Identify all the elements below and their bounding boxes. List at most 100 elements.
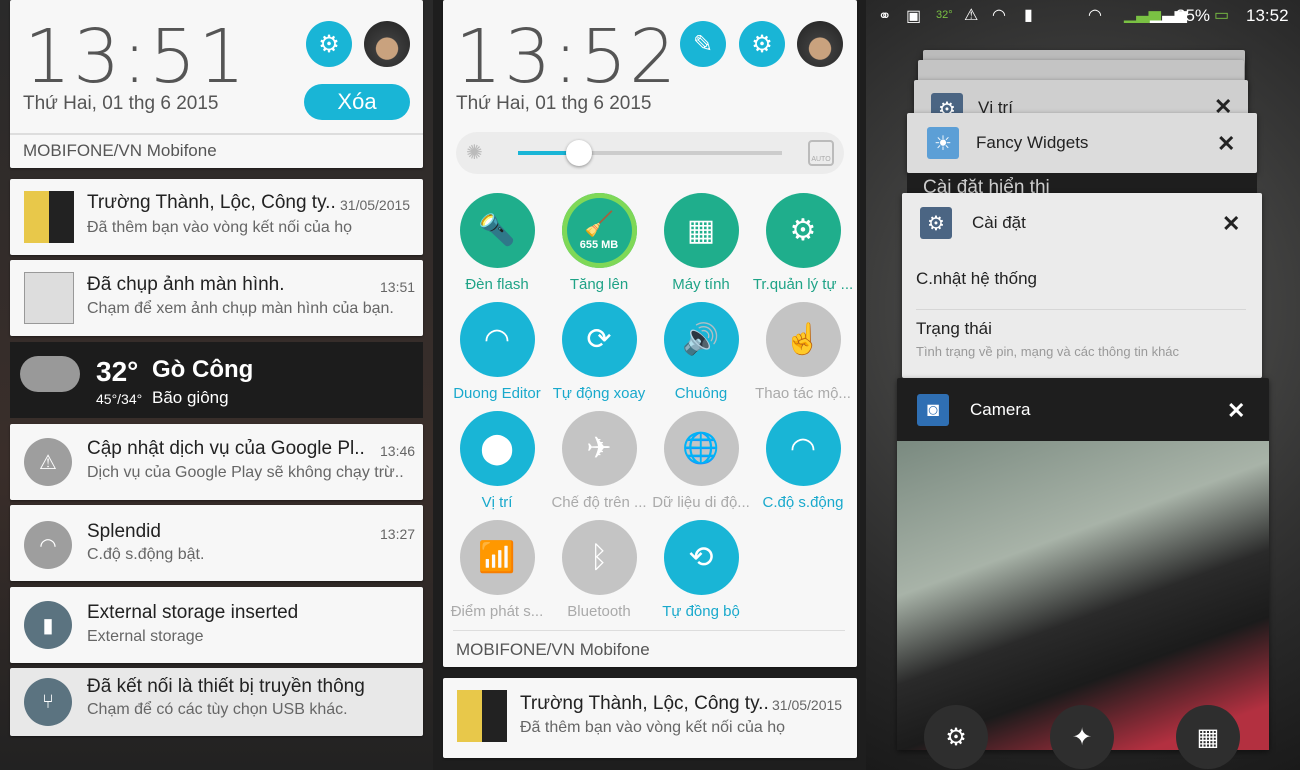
recents-settings-button[interactable]: ⚙	[924, 705, 988, 769]
warning-icon: ⚠	[964, 7, 979, 24]
gear-icon: ⚙	[318, 30, 340, 58]
auto-brightness-toggle[interactable]: AUTO	[808, 140, 834, 166]
notification-item[interactable]: ⑂ Đã kết nối là thiết bị truyền thông Ch…	[10, 668, 423, 736]
notification-text: Đã thêm bạn vào vòng kết nối của họ	[87, 219, 353, 236]
quick-tile[interactable]: 🧹 655 MB Tăng lên	[548, 193, 650, 293]
quick-tile[interactable]: ✈ Chế độ trên ...	[548, 411, 650, 511]
quick-tile[interactable]: ⬤ Vị trí	[446, 411, 548, 511]
splendid-icon: ◠	[992, 7, 1006, 24]
quick-tile[interactable]: 📶 Điểm phát s...	[446, 520, 548, 620]
clock: 13:51	[24, 14, 248, 100]
sd-card-icon: ▮	[1024, 7, 1033, 24]
notification-item[interactable]: Trường Thành, Lộc, Công ty.. 31/05/2015 …	[443, 678, 857, 758]
clear-button[interactable]: Xóa	[304, 84, 410, 120]
recent-app-card[interactable]: ◙ Camera ✕	[897, 378, 1269, 750]
avatar[interactable]	[797, 21, 843, 67]
settings-app-icon: ⚙	[920, 207, 952, 239]
google-plus-icon	[24, 191, 74, 243]
splendid-icon: ◠	[24, 521, 72, 569]
avatar[interactable]	[364, 21, 410, 67]
usb-icon: ⑂	[24, 678, 72, 726]
settings-button[interactable]: ⚙	[739, 21, 785, 67]
quick-tile[interactable]: ☝ Thao tác mộ...	[752, 302, 854, 402]
mobile-data-icon: 🌐	[663, 411, 739, 486]
clock: 13:52	[455, 14, 679, 100]
weather-condition: Bão giông	[152, 388, 229, 407]
one-hand-icon: ☝	[765, 302, 841, 377]
boost-button[interactable]: ✦	[1050, 705, 1114, 769]
close-icon[interactable]: ✕	[1222, 211, 1240, 237]
quick-tile-label: Máy tính	[672, 276, 730, 293]
flashlight-icon: 🔦	[459, 193, 535, 268]
quick-tile[interactable]: ◠ C.độ s.động	[752, 411, 854, 511]
camera-app-icon: ◙	[917, 394, 949, 426]
quick-tile-label: C.độ s.động	[762, 494, 844, 511]
notification-title: Splendid	[87, 521, 161, 542]
notification-title: Đã kết nối là thiết bị truyền thông	[87, 676, 365, 697]
weather-range: 45°/34°	[96, 391, 143, 407]
calculator-icon: ▦	[663, 193, 739, 268]
close-icon[interactable]: ✕	[1217, 131, 1235, 157]
notification-shade-panel: 13:51 Thứ Hai, 01 thg 6 2015 ⚙ Xóa MOBIF…	[0, 0, 433, 770]
recent-apps-panel: ⚭ ▣ 32° ⚠ ◠ ▮ ◠ ▁▃▅ ▁▃▅ 35% ▭ 13:52 ⚙ Vị…	[866, 0, 1300, 770]
notification-item[interactable]: ▮ External storage inserted External sto…	[10, 587, 423, 663]
sound-icon: 🔊	[663, 302, 739, 377]
splendid-icon: ◠	[765, 411, 841, 486]
quick-settings-panel: 13:52 Thứ Hai, 01 thg 6 2015 ✎ ⚙ ✺ AUTO …	[433, 0, 866, 770]
notification-item[interactable]: Đã chụp ảnh màn hình. 13:51 Chạm để xem …	[10, 260, 423, 336]
quick-tile-label: Thao tác mộ...	[755, 385, 851, 402]
settings-item: Trạng thái	[916, 319, 992, 338]
notification-item[interactable]: ◠ Splendid 13:27 C.độ s.động bật.	[10, 505, 423, 581]
date: Thứ Hai, 01 thg 6 2015	[23, 93, 219, 114]
recent-app-card[interactable]: ☀ Fancy Widgets ✕	[907, 113, 1257, 173]
notification-time: 13:27	[380, 526, 416, 542]
notification-time: 31/05/2015	[340, 197, 411, 213]
recent-app-card[interactable]: ⚙ Cài đặt ✕ C.nhật hệ thống Trạng thái T…	[902, 193, 1262, 378]
screenshot-icon	[24, 272, 74, 324]
auto-rotate-icon: ⟳	[561, 302, 637, 377]
date: Thứ Hai, 01 thg 6 2015	[456, 93, 652, 114]
quick-tile[interactable]: ⟲ Tự đồng bộ	[650, 520, 752, 620]
quick-tile[interactable]: 🌐 Dữ liệu di độ...	[650, 411, 752, 511]
quick-tile-label: Đèn flash	[465, 276, 529, 293]
carrier-label: MOBIFONE/VN Mobifone	[23, 141, 217, 160]
quick-tile[interactable]: ⚙ Tr.quản lý tự ...	[752, 193, 854, 293]
wifi-icon: ◠	[1088, 7, 1102, 24]
notification-time: 13:51	[380, 279, 416, 295]
recent-app-title: Camera	[970, 400, 1031, 419]
quick-tile[interactable]: 🔊 Chuông	[650, 302, 752, 402]
quick-tile[interactable]: ᛒ Bluetooth	[548, 520, 650, 620]
carrier-label: MOBIFONE/VN Mobifone	[456, 640, 650, 659]
notification-title: Đã chụp ảnh màn hình.	[87, 274, 285, 295]
quick-tile[interactable]: ▦ Máy tính	[650, 193, 752, 293]
quick-tile-label: Vị trí	[481, 494, 513, 511]
gear-icon: ⚙	[751, 30, 773, 58]
close-icon[interactable]: ✕	[1227, 398, 1245, 424]
weather-widget[interactable]: 32° Gò Công 45°/34° Bão giông	[10, 342, 423, 418]
boost-icon: 🧹 655 MB	[561, 193, 637, 268]
settings-item-subtitle: Tình trạng về pin, mạng và các thông tin…	[916, 344, 1180, 359]
quick-tile-label: Dữ liệu di độ...	[652, 494, 750, 511]
notification-title: External storage inserted	[87, 602, 299, 623]
brightness-slider[interactable]	[518, 140, 782, 166]
close-all-icon: ▦	[1196, 723, 1220, 751]
settings-list-icon: ⚙	[945, 723, 967, 751]
notification-item[interactable]: Trường Thành, Lộc, Công ty.. 31/05/2015 …	[10, 179, 423, 255]
notification-item[interactable]: ⚠ Cập nhật dịch vụ của Google Pl.. 13:46…	[10, 424, 423, 500]
settings-button[interactable]: ⚙	[306, 21, 352, 67]
boost-memory-value: 655 MB	[579, 239, 619, 251]
edit-button[interactable]: ✎	[680, 21, 726, 67]
notification-text: Đã thêm bạn vào vòng kết nối của họ	[520, 719, 786, 736]
airplane-icon: ✈	[561, 411, 637, 486]
quick-tile[interactable]: ⟳ Tự động xoay	[548, 302, 650, 402]
weather-status: 32°	[936, 9, 953, 21]
header-card: 13:51 Thứ Hai, 01 thg 6 2015 ⚙ Xóa MOBIF…	[10, 0, 423, 168]
auto-start-manager-icon: ⚙	[765, 193, 841, 268]
notification-text: Dịch vụ của Google Play sẽ không chạy tr…	[87, 464, 404, 481]
quick-tile[interactable]: ◠ Duong Editor	[446, 302, 548, 402]
notification-text: C.độ s.động bật.	[87, 546, 205, 563]
settings-item: C.nhật hệ thống	[916, 269, 1037, 288]
quick-tile[interactable]: 🔦 Đèn flash	[446, 193, 548, 293]
brightness-icon: ✺	[466, 142, 483, 164]
close-all-button[interactable]: ▦	[1176, 705, 1240, 769]
